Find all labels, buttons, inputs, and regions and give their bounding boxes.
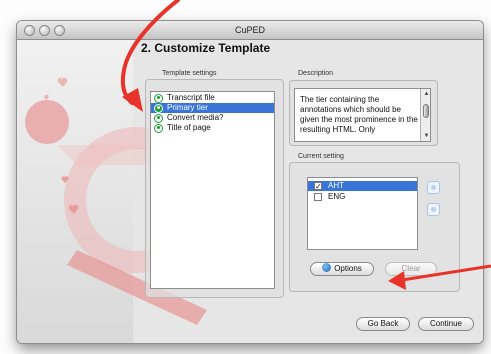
template-settings-list[interactable]: Transcript file Primary tier Convert med…	[150, 91, 275, 289]
page-heading: 2. Customize Template	[141, 41, 271, 55]
window-title: CuPED	[234, 25, 265, 35]
template-settings-label: Template settings	[162, 70, 217, 77]
tier-checkbox[interactable]	[314, 193, 322, 201]
scroll-up-icon[interactable]: ▲	[421, 90, 430, 98]
continue-label: Continue	[429, 319, 463, 328]
options-button[interactable]: Options	[310, 262, 374, 276]
list-item-selected[interactable]: Primary tier	[151, 103, 274, 113]
description-text: The tier containing the annotations whic…	[300, 95, 418, 134]
tier-list[interactable]: ✓ AHT ENG	[307, 177, 418, 250]
clear-button-label: Clear	[401, 264, 421, 273]
check-circle-icon	[154, 93, 163, 103]
clear-button[interactable]: Clear	[385, 262, 437, 276]
scroll-thumb[interactable]	[423, 104, 429, 118]
options-icon	[322, 263, 332, 272]
title-bar: CuPED	[17, 21, 483, 40]
tier-row-selected[interactable]: ✓ AHT	[308, 181, 417, 191]
tier-checkbox[interactable]: ✓	[314, 182, 322, 191]
arrow-down-icon	[431, 207, 436, 212]
list-item-label: Transcript file	[167, 93, 215, 102]
description-scrollbar[interactable]: ▲ ▼	[420, 89, 430, 141]
go-back-button[interactable]: Go Back	[356, 317, 410, 331]
tier-label: ENG	[328, 192, 346, 201]
list-item[interactable]: Transcript file	[151, 93, 274, 103]
description-text-area[interactable]: The tier containing the annotations whic…	[294, 88, 431, 142]
current-setting-label: Current setting	[298, 153, 344, 160]
list-item-label: Primary tier	[167, 103, 208, 112]
scroll-down-icon[interactable]: ▼	[421, 132, 430, 140]
description-label: Description	[298, 70, 334, 77]
arrow-up-icon	[431, 185, 436, 190]
move-up-button[interactable]	[427, 181, 440, 194]
continue-button[interactable]: Continue	[418, 317, 474, 331]
check-circle-icon	[154, 123, 163, 133]
list-item[interactable]: Convert media?	[151, 113, 274, 123]
list-item[interactable]: Title of page	[151, 123, 274, 133]
go-back-label: Go Back	[367, 319, 399, 328]
move-down-button[interactable]	[427, 203, 440, 216]
wizard-sidebar	[17, 40, 133, 343]
options-button-label: Options	[334, 264, 362, 273]
check-circle-icon	[154, 103, 163, 113]
tier-label: AHT	[328, 181, 344, 190]
list-item-label: Convert media?	[167, 113, 224, 122]
check-circle-icon	[154, 113, 163, 123]
tier-row[interactable]: ENG	[308, 192, 417, 202]
list-item-label: Title of page	[167, 123, 211, 132]
